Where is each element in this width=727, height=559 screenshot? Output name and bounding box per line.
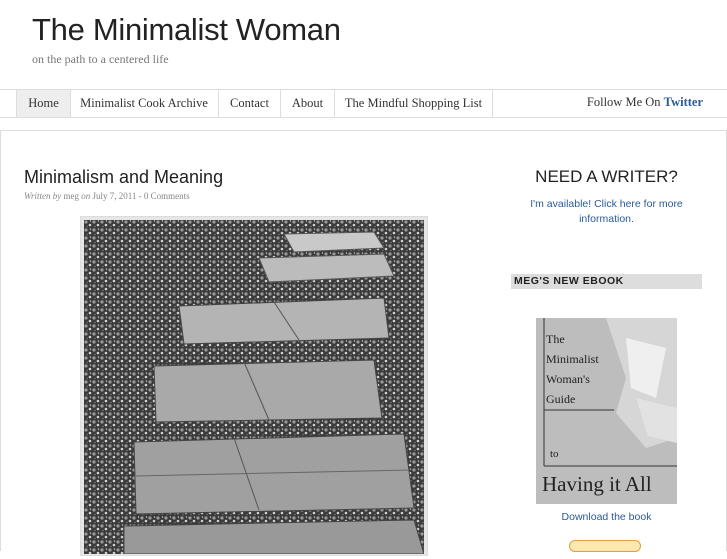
site-title[interactable]: The Minimalist Woman (32, 12, 341, 48)
meta-written: Written (24, 191, 51, 201)
ebook-widget-header: MEG'S NEW EBOOK (511, 274, 702, 289)
follow-prefix: Follow Me On (586, 95, 661, 109)
follow-me: Follow Me On Twitter (587, 90, 703, 115)
nav-item-minimalist-cook-archive[interactable]: Minimalist Cook Archive (70, 90, 219, 117)
site-tagline: on the path to a centered life (32, 52, 169, 66)
post-author[interactable]: meg (64, 191, 80, 201)
main-navigation: Home Minimalist Cook Archive Contact Abo… (0, 89, 727, 118)
nav-item-home[interactable]: Home (16, 90, 71, 117)
download-book-link[interactable]: Download the book (511, 511, 702, 523)
cover-line-4: Guide (546, 392, 576, 406)
meta-on: on (81, 191, 91, 201)
ebook-cover-title: The Minimalist Woman's Guide to Having i… (536, 318, 677, 504)
stepping-stones-photo (84, 220, 425, 555)
nav-item-mindful-shopping-list[interactable]: The Mindful Shopping List (335, 90, 493, 117)
meta-by: by (52, 191, 62, 201)
post-comments-link[interactable]: 0 Comments (144, 191, 190, 201)
cover-line-2: Minimalist (546, 352, 599, 366)
cover-line-6: Having it All (542, 472, 652, 496)
post-title[interactable]: Minimalism and Meaning (24, 167, 223, 188)
buy-button[interactable] (569, 540, 641, 552)
cover-line-3: Woman's (546, 372, 590, 386)
post-image (80, 216, 428, 556)
ebook-cover-image[interactable]: The Minimalist Woman's Guide to Having i… (536, 318, 677, 504)
meta-separator: - (138, 191, 142, 201)
cover-line-1: The (546, 332, 565, 346)
nav-item-contact[interactable]: Contact (219, 90, 281, 117)
twitter-link[interactable]: Twitter (664, 95, 703, 109)
cover-line-5: to (550, 448, 559, 460)
writer-info-link[interactable]: I'm available! Click here for more infor… (511, 197, 702, 227)
need-a-writer-title: NEED A WRITER? (535, 167, 678, 186)
nav-item-about[interactable]: About (281, 90, 335, 117)
post-meta: Written by meg on July 7, 2011 - 0 Comme… (24, 191, 190, 201)
post-date: July 7, 2011 (92, 191, 137, 201)
